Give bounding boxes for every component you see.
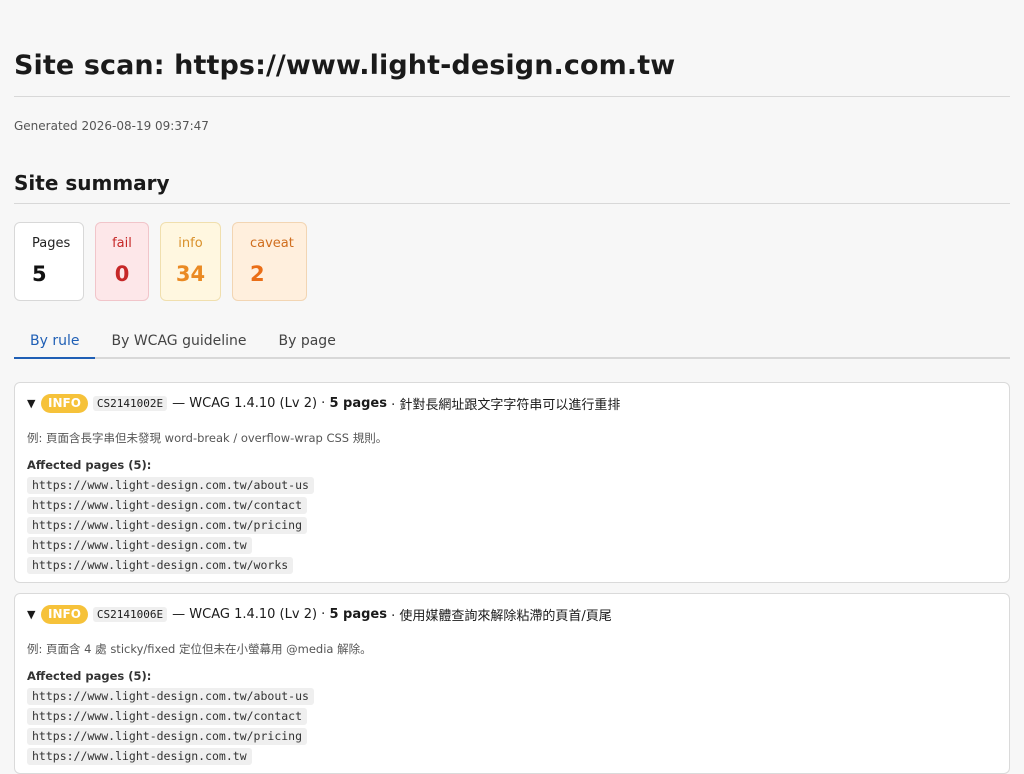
pages-card-value: 5	[32, 262, 47, 286]
info-card-value: 34	[175, 262, 206, 286]
affected-pages-list: https://www.light-design.com.tw/about-us…	[27, 685, 997, 765]
caveat-card-value: 2	[250, 262, 265, 286]
rule-page-count: 5 pages	[329, 607, 387, 622]
affected-pages-label: Affected pages (5):	[27, 669, 152, 683]
tab-by-rule[interactable]: By rule	[14, 321, 96, 359]
rule-description: · 針對長網址跟文字字符串可以進行重排	[391, 398, 621, 413]
rule-example: 例: 頁面含 4 處 sticky/fixed 定位但未在小螢幕用 @media…	[27, 642, 372, 656]
affected-page-url: https://www.light-design.com.tw/pricing	[27, 728, 308, 745]
affected-page-url: https://www.light-design.com.tw/contact	[27, 497, 308, 514]
rule-example: 例: 頁面含長字串但未發現 word-break / overflow-wrap…	[27, 431, 388, 445]
triangle-down-icon: ▼	[27, 608, 36, 621]
severity-badge: INFO	[41, 605, 88, 624]
info-card: info 34	[160, 222, 221, 301]
info-card-label: info	[178, 236, 203, 251]
affected-page-url: https://www.light-design.com.tw/pricing	[27, 517, 308, 534]
view-tabs: By rule By WCAG guideline By page	[14, 321, 1010, 359]
rule-page-count: 5 pages	[329, 396, 387, 411]
rule-wcag: — WCAG 1.4.10 (Lv 2) ·	[172, 607, 326, 622]
site-summary-heading: Site summary	[14, 169, 1010, 204]
affected-page-url: https://www.light-design.com.tw	[27, 537, 252, 554]
fail-card-label: fail	[112, 236, 132, 251]
affected-page-url: https://www.light-design.com.tw/about-us	[27, 688, 314, 705]
tab-by-page[interactable]: By page	[263, 321, 352, 357]
affected-pages-label: Affected pages (5):	[27, 458, 152, 472]
affected-pages-list: https://www.light-design.com.tw/about-us…	[27, 474, 997, 574]
rule-code: CS2141006E	[92, 607, 168, 622]
page-title: Site scan: https://www.light-design.com.…	[14, 0, 1010, 97]
rule-summary-toggle[interactable]: ▼ INFO CS2141002E — WCAG 1.4.10 (Lv 2) ·…	[27, 393, 997, 414]
rule-summary-toggle[interactable]: ▼ INFO CS2141006E — WCAG 1.4.10 (Lv 2) ·…	[27, 604, 997, 625]
pages-card: Pages 5	[14, 222, 84, 301]
caveat-card: caveat 2	[232, 222, 307, 301]
affected-page-url: https://www.light-design.com.tw/works	[27, 557, 294, 574]
caveat-card-label: caveat	[250, 236, 294, 251]
affected-page-url: https://www.light-design.com.tw/about-us	[27, 477, 314, 494]
rule-details: ▼ INFO CS2141006E — WCAG 1.4.10 (Lv 2) ·…	[14, 593, 1010, 774]
report-page: Site scan: https://www.light-design.com.…	[0, 0, 1024, 774]
rule-code: CS2141002E	[92, 396, 168, 411]
generated-timestamp: Generated 2026-08-19 09:37:47	[14, 119, 209, 133]
summary-cards: Pages 5 fail 0 info 34 caveat 2	[14, 222, 1010, 301]
rule-description: · 使用媒體查詢來解除粘滯的頁首/頁尾	[391, 609, 612, 624]
severity-badge: INFO	[41, 394, 88, 413]
triangle-down-icon: ▼	[27, 397, 36, 410]
pages-card-label: Pages	[32, 236, 71, 251]
rule-details: ▼ INFO CS2141002E — WCAG 1.4.10 (Lv 2) ·…	[14, 382, 1010, 583]
fail-card: fail 0	[95, 222, 149, 301]
fail-card-value: 0	[114, 262, 130, 286]
affected-page-url: https://www.light-design.com.tw	[27, 748, 252, 765]
rule-wcag: — WCAG 1.4.10 (Lv 2) ·	[172, 396, 326, 411]
tab-by-wcag-guideline[interactable]: By WCAG guideline	[95, 321, 262, 357]
affected-page-url: https://www.light-design.com.tw/contact	[27, 708, 308, 725]
